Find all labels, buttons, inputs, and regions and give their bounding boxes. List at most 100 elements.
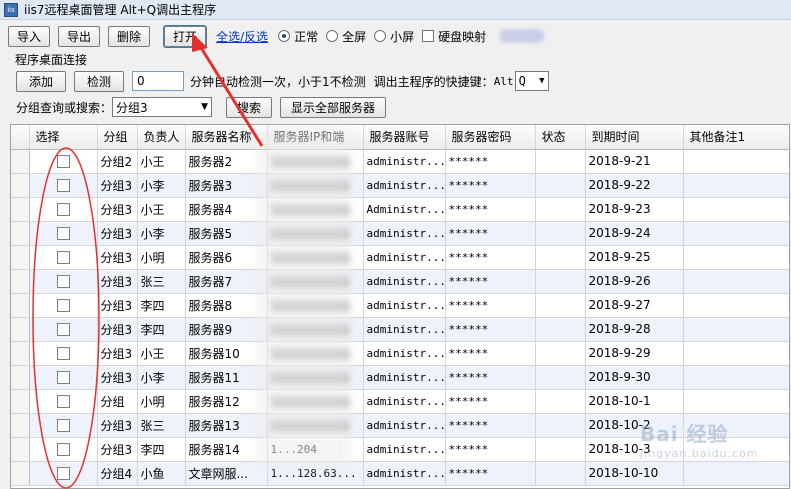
- row-header: [11, 149, 30, 174]
- cell-account: administr...: [363, 221, 446, 246]
- hotkey-select[interactable]: Q ▼: [514, 71, 549, 91]
- watermark: Bai 经验 jingyan.baidu.com: [640, 418, 759, 460]
- row-checkbox[interactable]: [56, 227, 70, 240]
- hotkey-prefix: Alt: [493, 74, 514, 88]
- mode-small-radio[interactable]: 小屏: [374, 28, 414, 45]
- row-header-corner: [11, 125, 30, 150]
- cell-server-ip: [267, 221, 364, 246]
- column-header[interactable]: 分组: [97, 125, 138, 150]
- cell-password: ******: [445, 293, 536, 318]
- mode-fullscreen-radio[interactable]: 全屏: [326, 28, 366, 45]
- select-checkbox-cell: [29, 173, 98, 198]
- group-select[interactable]: 分组3 ▼: [112, 97, 213, 117]
- mode-small-label: 小屏: [390, 29, 415, 44]
- cell-server-name: 服务器11: [185, 365, 268, 390]
- cell-password: ******: [445, 197, 536, 222]
- table-row[interactable]: 分组3 小李 服务器3 administr... ****** 2018-9-22: [11, 173, 789, 198]
- row-checkbox[interactable]: [56, 275, 70, 288]
- row-checkbox[interactable]: [56, 443, 70, 456]
- cell-server-name: 服务器12: [185, 389, 268, 414]
- cell-owner: 李四: [137, 317, 186, 342]
- column-header[interactable]: 服务器名称: [185, 125, 268, 150]
- table-row[interactable]: 分组4 小鱼 文章网服... 1...128.63... administr... ***…: [11, 461, 789, 486]
- row-checkbox[interactable]: [56, 323, 70, 336]
- row-header: [11, 413, 30, 438]
- mode-normal-label: 正常: [294, 29, 319, 44]
- column-header[interactable]: 服务器账号: [363, 125, 446, 150]
- row-header: [11, 437, 30, 462]
- row-header: [11, 461, 30, 486]
- cell-server-name: 服务器5: [185, 221, 268, 246]
- column-header[interactable]: 选择: [29, 125, 98, 150]
- show-all-servers-button[interactable]: 显示全部服务器: [280, 96, 387, 118]
- cell-account: administr...: [363, 317, 446, 342]
- delete-button[interactable]: 删除: [108, 25, 151, 47]
- row-header: [11, 317, 30, 342]
- column-header[interactable]: 负责人: [137, 125, 186, 150]
- cell-password: ******: [445, 413, 536, 438]
- table-row[interactable]: 分组3 小明 服务器6 administr... ****** 2018-9-25: [11, 245, 789, 270]
- cell-expire: 2018-9-29: [585, 341, 684, 366]
- mode-normal-radio[interactable]: 正常: [278, 28, 318, 45]
- row-checkbox[interactable]: [56, 179, 70, 192]
- table-row[interactable]: 分组2 小王 服务器2 administr... ****** 2018-9-21: [11, 149, 789, 174]
- cell-expire: 2018-9-25: [585, 245, 684, 270]
- column-header[interactable]: 到期时间: [585, 125, 684, 150]
- table-row[interactable]: 分组3 李四 服务器8 administr... ****** 2018-9-27: [11, 293, 789, 318]
- select-checkbox-cell: [29, 221, 98, 246]
- row-checkbox[interactable]: [56, 371, 70, 384]
- cell-status: [535, 413, 586, 438]
- main-toolbar: 导入 导出 删除 打开 全选/反选 正常 全屏 小屏 硬盘映射: [8, 24, 545, 48]
- radio-selected-icon: [278, 30, 291, 42]
- cell-owner: 小李: [137, 221, 186, 246]
- cell-owner: 小王: [137, 341, 186, 366]
- table-row[interactable]: 分组3 李四 服务器9 administr... ****** 2018-9-28: [11, 317, 789, 342]
- cell-group: 分组4: [97, 461, 138, 486]
- radio-icon: [326, 30, 339, 42]
- row-checkbox[interactable]: [56, 155, 70, 168]
- column-header[interactable]: 服务器IP和端: [267, 125, 364, 150]
- table-row[interactable]: 分组 小明 服务器12 administr... ****** 2018-10-1: [11, 389, 789, 414]
- row-checkbox[interactable]: [56, 419, 70, 432]
- column-header[interactable]: 状态: [535, 125, 586, 150]
- server-ip-text: [270, 251, 349, 264]
- open-button[interactable]: 打开: [163, 24, 208, 48]
- row-header: [11, 293, 30, 318]
- row-header: [11, 197, 30, 222]
- row-checkbox[interactable]: [56, 299, 70, 312]
- cell-note: [683, 389, 789, 414]
- cell-owner: 张三: [137, 269, 186, 294]
- cell-status: [535, 173, 586, 198]
- row-checkbox[interactable]: [56, 395, 70, 408]
- cell-server-name: 服务器14: [185, 437, 268, 462]
- table-row[interactable]: 分组3 小李 服务器11 administr... ****** 2018-9-30: [11, 365, 789, 390]
- app-window: iis iis7远程桌面管理 Alt+Q调出主程序 导入 导出 删除 打开 全选…: [0, 0, 791, 489]
- select-checkbox-cell: [29, 413, 98, 438]
- cell-account: administr...: [363, 269, 446, 294]
- select-checkbox-cell: [29, 197, 98, 222]
- chevron-down-icon: ▼: [539, 76, 545, 86]
- search-button[interactable]: 搜索: [226, 96, 273, 118]
- table-row[interactable]: 分组3 小李 服务器5 administr... ****** 2018-9-24: [11, 221, 789, 246]
- cell-account: administr...: [363, 245, 446, 270]
- export-button[interactable]: 导出: [58, 25, 101, 47]
- detect-interval-input[interactable]: 0: [132, 71, 185, 91]
- row-checkbox[interactable]: [56, 347, 70, 360]
- select-all-link[interactable]: 全选/反选: [216, 28, 268, 45]
- disk-map-checkbox[interactable]: 硬盘映射: [422, 28, 486, 45]
- table-row[interactable]: 分组3 张三 服务器7 administr... ****** 2018-9-26: [11, 269, 789, 294]
- row-checkbox[interactable]: [56, 203, 70, 216]
- window-title: iis7远程桌面管理 Alt+Q调出主程序: [24, 3, 217, 17]
- detect-button[interactable]: 检测: [74, 70, 125, 92]
- column-header[interactable]: 服务器密码: [445, 125, 536, 150]
- server-ip-text: [270, 371, 349, 384]
- row-checkbox[interactable]: [56, 467, 70, 480]
- add-button[interactable]: 添加: [16, 70, 67, 92]
- table-row[interactable]: 分组3 小王 服务器4 Administr... ****** 2018-9-23: [11, 197, 789, 222]
- cell-group: 分组3: [97, 437, 138, 462]
- row-checkbox[interactable]: [56, 251, 70, 264]
- column-header[interactable]: 其他备注1: [683, 125, 789, 150]
- cell-note: [683, 365, 789, 390]
- table-row[interactable]: 分组3 小王 服务器10 administr... ****** 2018-9-29: [11, 341, 789, 366]
- import-button[interactable]: 导入: [8, 25, 51, 47]
